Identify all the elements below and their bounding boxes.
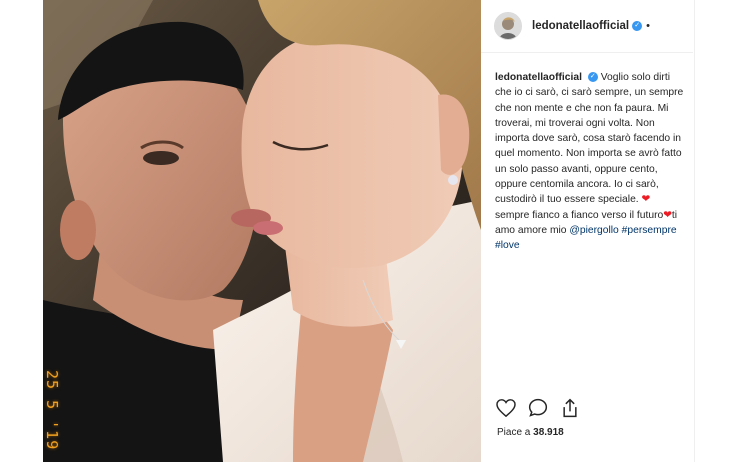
- caption-username[interactable]: ledonatellaofficial: [495, 72, 582, 83]
- avatar-image: [495, 13, 521, 39]
- hashtag-link-love[interactable]: #love: [495, 240, 520, 251]
- caption-text: Voglio solo dirti che io ci sarò, ci sar…: [495, 72, 684, 206]
- post-header: ledonatellaofficial ✓ •: [481, 0, 693, 53]
- likes-count[interactable]: Piace a 38.918: [497, 427, 564, 438]
- like-button[interactable]: [495, 397, 517, 419]
- avatar[interactable]: [494, 12, 522, 40]
- caption-text-2: sempre fianco a fianco verso il futuro: [495, 209, 664, 221]
- header-username[interactable]: ledonatellaofficial: [532, 20, 629, 32]
- comment-button[interactable]: [527, 397, 549, 419]
- verified-badge-icon: ✓: [632, 21, 643, 31]
- heart-emoji-icon-2: ❤: [663, 209, 672, 221]
- hashtag-link-persempre[interactable]: #persempre: [622, 225, 677, 236]
- heart-emoji-icon: ❤: [641, 194, 651, 206]
- couple-kiss-photo: [43, 0, 481, 462]
- likes-prefix: Piace a: [497, 427, 531, 438]
- speech-bubble-icon: [528, 398, 548, 417]
- post-actions: [495, 394, 685, 421]
- mention-link[interactable]: @piergollo: [569, 225, 618, 236]
- heart-outline-icon: [496, 399, 516, 417]
- post-sidebar: ledonatellaofficial ✓ • ledonatellaoffic…: [481, 0, 693, 462]
- post-caption: ledonatellaofficial ✓ Voglio solo dirti …: [495, 70, 685, 254]
- post-photo[interactable]: 25 5 '19: [43, 0, 481, 462]
- photo-timestamp: 25 5 '19: [43, 370, 61, 451]
- likes-number: 38.918: [533, 427, 564, 438]
- share-icon: [563, 398, 577, 418]
- share-button[interactable]: [559, 397, 581, 419]
- caption-verified-badge-icon: ✓: [587, 72, 598, 83]
- header-separator: •: [646, 20, 650, 32]
